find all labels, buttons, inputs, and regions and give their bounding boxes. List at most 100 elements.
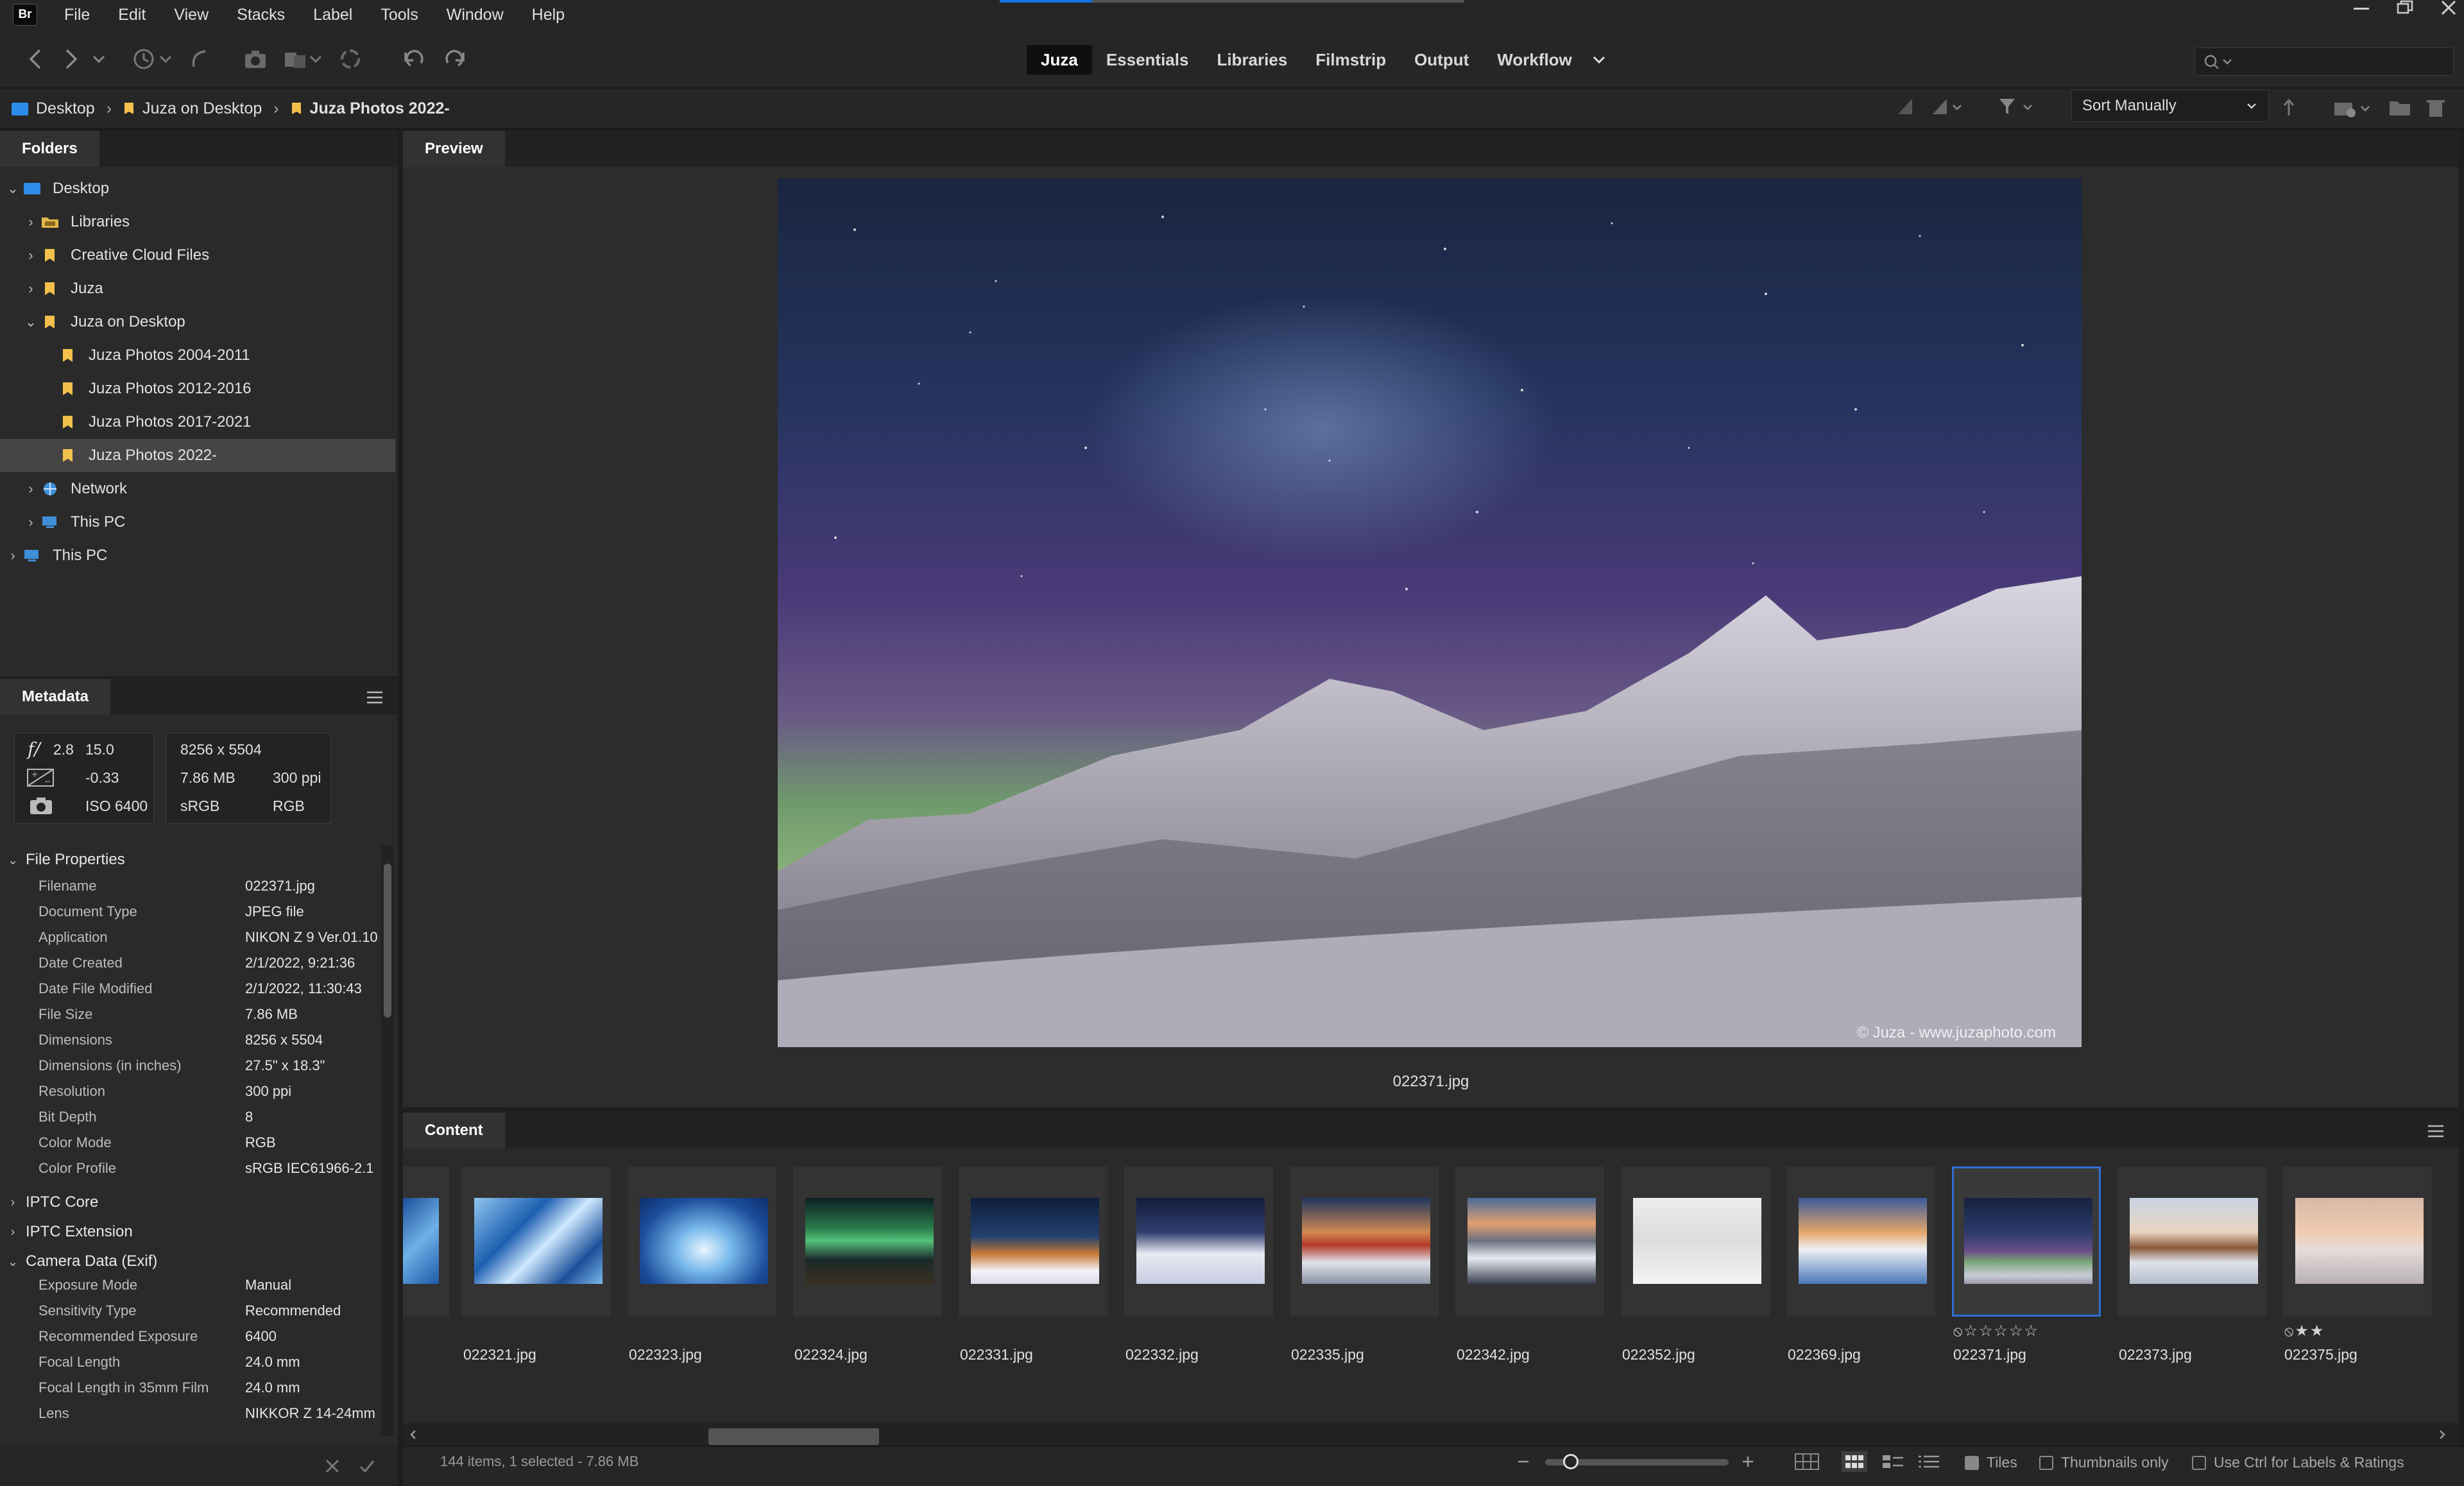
thumbnail-cell[interactable] [462, 1166, 611, 1317]
slider-handle[interactable] [1563, 1454, 1579, 1469]
star-rating[interactable]: ⦸☆☆☆☆☆ [1953, 1322, 2039, 1340]
breadcrumb-juza-on-desktop[interactable]: Juza on Desktop › [123, 99, 291, 118]
thumbnail-cell[interactable] [1124, 1166, 1273, 1317]
folder-tree-item[interactable]: ⌄ Desktop [0, 172, 395, 205]
rotate-right-icon[interactable] [441, 46, 467, 72]
thumbnail-cell[interactable] [1455, 1166, 1604, 1317]
tab-folders[interactable]: Folders [0, 131, 99, 167]
sort-ascending-icon[interactable] [2279, 95, 2298, 121]
thumbnail-cell[interactable] [959, 1166, 1108, 1317]
scroll-right-icon[interactable] [2436, 1428, 2449, 1441]
panel-menu-icon[interactable] [366, 690, 384, 705]
menu-label[interactable]: Label [299, 6, 366, 24]
workspace-output[interactable]: Output [1400, 45, 1483, 74]
breadcrumb-juza-photos-2022[interactable]: Juza Photos 2022- [291, 99, 450, 118]
cancel-icon[interactable] [323, 1457, 341, 1475]
thumbnail-cell[interactable] [1952, 1166, 2101, 1317]
scrollbar-thumb[interactable] [708, 1428, 879, 1445]
apply-icon[interactable] [358, 1457, 376, 1475]
thumbnail-partial[interactable] [403, 1166, 449, 1317]
thumbnail-cell[interactable] [628, 1166, 776, 1317]
thumbnail-cell[interactable] [1621, 1166, 1770, 1317]
workspace-essentials[interactable]: Essentials [1092, 45, 1203, 74]
menu-edit[interactable]: Edit [104, 6, 160, 24]
chevron-right-icon[interactable]: › [5, 547, 21, 564]
thumbnails-only-checkbox[interactable]: Thumbnails only [2039, 1454, 2168, 1471]
quality-filter-icon[interactable] [1928, 94, 1966, 119]
folder-tree-item[interactable]: Juza Photos 2017-2021 [0, 406, 395, 439]
restore-icon[interactable] [2396, 0, 2414, 15]
menu-view[interactable]: View [160, 6, 223, 24]
history-icon[interactable] [131, 46, 157, 72]
chevron-down-icon[interactable]: ⌄ [23, 314, 38, 330]
menu-window[interactable]: Window [432, 6, 518, 24]
folder-tree-item[interactable]: › Juza [0, 272, 395, 305]
chevron-right-icon[interactable]: › [23, 481, 38, 497]
menu-stacks[interactable]: Stacks [223, 6, 299, 24]
star-empty-icon[interactable]: ☆ [2024, 1322, 2039, 1340]
panel-menu-icon[interactable] [2427, 1124, 2445, 1138]
folder-tree-item[interactable]: Juza Photos 2012-2016 [0, 372, 395, 406]
star-filled-icon[interactable]: ★ [2295, 1322, 2310, 1340]
metadata-section-camera-data[interactable]: ⌄ Camera Data (Exif) [0, 1247, 382, 1276]
rating-filter-icon[interactable] [1893, 94, 1931, 119]
preview-image[interactable]: © Juza - www.juzaphoto.com [778, 178, 2082, 1047]
reject-icon[interactable]: ⦸ [2284, 1323, 2295, 1339]
close-window-icon[interactable] [2440, 0, 2458, 15]
zoom-in-icon[interactable] [1740, 1454, 1756, 1469]
open-recent-icon[interactable] [2332, 95, 2377, 121]
metadata-section-iptc-core[interactable]: › IPTC Core [0, 1188, 382, 1217]
chevron-right-icon[interactable]: › [23, 214, 38, 230]
reject-icon[interactable]: ⦸ [1953, 1323, 1964, 1339]
recent-chevron-icon[interactable] [91, 46, 107, 72]
folder-tree-item[interactable]: › Network [0, 472, 395, 506]
menu-tools[interactable]: Tools [366, 6, 432, 24]
camera-download-icon[interactable] [243, 46, 268, 72]
search-input[interactable] [2194, 47, 2454, 76]
sync-icon[interactable] [338, 46, 363, 72]
workspace-juza[interactable]: Juza [1027, 45, 1092, 74]
chevron-right-icon[interactable]: › [23, 514, 38, 531]
view-details-icon[interactable] [1880, 1451, 1906, 1472]
star-empty-icon[interactable]: ☆ [2009, 1322, 2024, 1340]
grid-lock-icon[interactable] [1794, 1451, 1820, 1472]
minimize-icon[interactable] [2352, 0, 2370, 15]
folder-tree-item[interactable]: › This PC [0, 539, 395, 572]
star-empty-icon[interactable]: ☆ [1979, 1322, 1994, 1340]
refine-icon[interactable] [282, 46, 308, 72]
forward-icon[interactable] [58, 46, 83, 72]
folder-tree-item[interactable]: › Creative Cloud Files [0, 239, 395, 272]
ctrl-labels-checkbox[interactable]: Use Ctrl for Labels & Ratings [2192, 1454, 2404, 1471]
metadata-section-iptc-extension[interactable]: › IPTC Extension [0, 1218, 382, 1246]
delete-icon[interactable] [2423, 95, 2449, 121]
folder-tree-item[interactable]: › This PC [0, 506, 395, 539]
breadcrumb-desktop[interactable]: Desktop › [12, 99, 123, 118]
view-list-icon[interactable] [1916, 1451, 1942, 1472]
thumbnail-cell[interactable] [1786, 1166, 1935, 1317]
chevron-right-icon[interactable]: › [23, 247, 38, 264]
tab-preview[interactable]: Preview [403, 131, 505, 167]
workspace-more-chevron-icon[interactable] [1586, 47, 1612, 73]
new-folder-icon[interactable] [2387, 95, 2413, 121]
zoom-out-icon[interactable] [1516, 1454, 1531, 1469]
star-rating[interactable]: ⦸★★ [2284, 1322, 2325, 1340]
thumbnail-cell[interactable] [2118, 1166, 2266, 1317]
folder-tree-item[interactable]: Juza Photos 2004-2011 [0, 339, 395, 372]
workspace-filmstrip[interactable]: Filmstrip [1301, 45, 1400, 74]
star-empty-icon[interactable]: ☆ [1994, 1322, 2009, 1340]
content-horizontal-scrollbar[interactable] [403, 1423, 2459, 1446]
star-filled-icon[interactable]: ★ [2310, 1322, 2325, 1340]
workspace-workflow[interactable]: Workflow [1483, 45, 1586, 74]
thumbnail-cell[interactable] [1290, 1166, 1439, 1317]
star-empty-icon[interactable]: ☆ [1964, 1322, 1979, 1340]
tiles-checkbox[interactable]: Tiles [1965, 1454, 2017, 1471]
folder-tree-item[interactable]: › Libraries [0, 205, 395, 239]
rotate-left-icon[interactable] [402, 46, 427, 72]
metadata-scrollbar[interactable] [381, 846, 394, 1436]
tab-metadata[interactable]: Metadata [0, 679, 111, 715]
thumbnail-cell[interactable] [2283, 1166, 2432, 1317]
folder-tree-item[interactable]: Juza Photos 2022- [0, 439, 395, 472]
chevron-down-icon[interactable]: ⌄ [5, 180, 21, 197]
back-icon[interactable] [23, 46, 49, 72]
view-thumbnails-icon[interactable] [1842, 1451, 1867, 1472]
